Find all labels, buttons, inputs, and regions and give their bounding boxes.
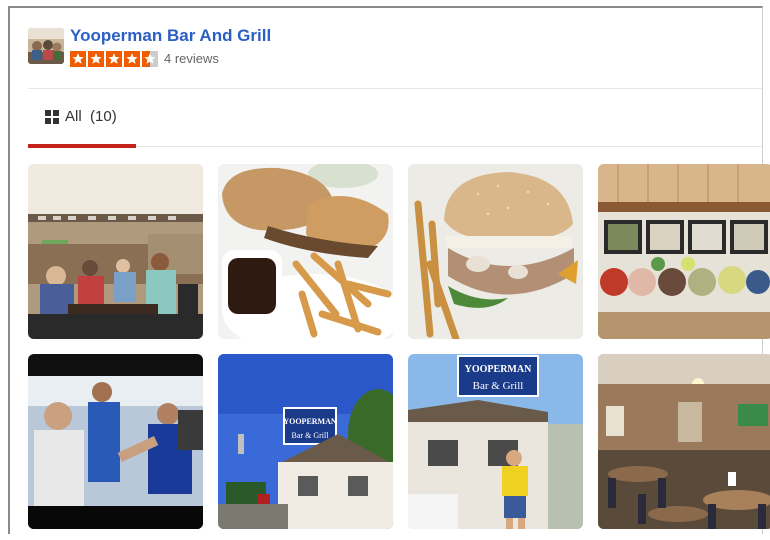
photo-bar-interior-crowd[interactable]: [28, 164, 203, 339]
tab-all-count: (10): [90, 108, 117, 125]
exterior-sign-line2: Bar & Grill: [292, 431, 330, 440]
photo-sandwich-fries-au-jus[interactable]: [218, 164, 393, 339]
tab-all-text: All: [65, 108, 82, 125]
photo-salad-bar[interactable]: [598, 164, 770, 339]
grid-icon: [45, 110, 59, 124]
photo-man-in-front-of-bar[interactable]: YOOPERMAN Bar & Grill: [408, 354, 583, 529]
star-icon: [124, 50, 140, 67]
photo-tv-screen-celebration[interactable]: [28, 354, 203, 529]
business-avatar[interactable]: [28, 28, 64, 64]
active-tab-indicator: [28, 144, 136, 148]
tab-all[interactable]: All (10): [28, 92, 136, 140]
star-icon: [70, 50, 86, 67]
tabs-top-divider: [28, 88, 762, 89]
star-icon: [142, 50, 158, 67]
business-name-link[interactable]: Yooperman Bar And Grill: [70, 26, 271, 46]
star-icon: [106, 50, 122, 67]
review-count[interactable]: 4 reviews: [164, 51, 219, 66]
sign-line2: Bar & Grill: [473, 380, 524, 392]
sign-line1: YOOPERMAN: [465, 364, 532, 375]
star-icon: [88, 50, 104, 67]
photo-burger-and-fries[interactable]: [408, 164, 583, 339]
photo-bar-exterior-sign[interactable]: YOOPERMAN Bar & Grill: [218, 354, 393, 529]
photos-panel: Yooperman Bar And Grill 4 reviews All (1…: [8, 6, 770, 534]
tab-all-label: All (10): [65, 108, 117, 125]
exterior-sign-line1: YOOPERMAN: [283, 417, 337, 426]
tabs-divider: [28, 146, 762, 147]
star-rating: 4 reviews: [70, 50, 219, 67]
photo-dining-room[interactable]: [598, 354, 770, 529]
